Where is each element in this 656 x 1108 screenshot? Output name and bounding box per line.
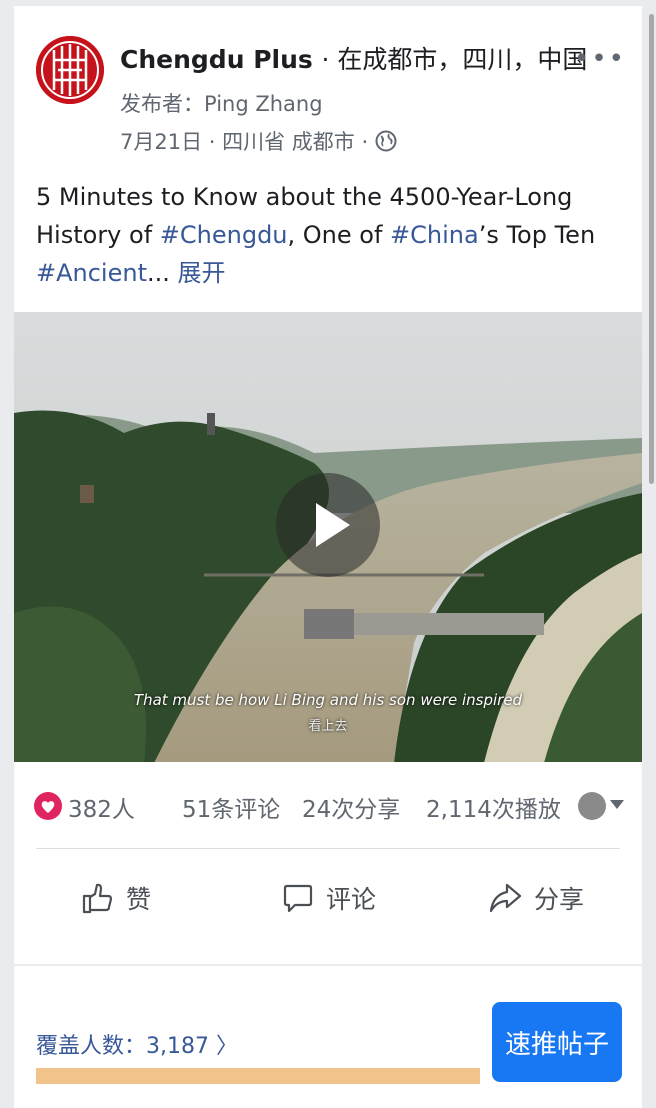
- more-options-icon[interactable]: •••: [574, 44, 626, 74]
- check-in-location[interactable]: · 在成都市，四川，中国: [321, 45, 587, 74]
- post-text-part-4: ...: [147, 259, 178, 287]
- hashtag-chengdu[interactable]: #Chengdu: [160, 221, 288, 249]
- video-subtitle-zh: 看上去: [308, 719, 348, 734]
- video-subtitle: That must be how Li Bing and his son wer…: [133, 691, 523, 709]
- globe-icon: [375, 130, 397, 152]
- expand-link[interactable]: 展开: [178, 259, 226, 287]
- chengdu-plus-logo-icon: [36, 36, 104, 104]
- love-reaction-icon[interactable]: [34, 792, 62, 820]
- page-name-text[interactable]: Chengdu Plus: [120, 45, 313, 74]
- comment-button[interactable]: 评论: [282, 876, 376, 920]
- post-text-part-2: , One of: [287, 221, 391, 249]
- views-count[interactable]: 2,114次播放: [426, 790, 561, 824]
- video-player[interactable]: That must be how Li Bing and his son wer…: [14, 312, 642, 762]
- post-text: 5 Minutes to Know about the 4500-Year-Lo…: [36, 178, 616, 292]
- post-header: Chengdu Plus · 在成都市，四川，中国 发布者：Ping Zhang…: [36, 36, 626, 166]
- thumbs-up-icon: [82, 883, 113, 914]
- play-button[interactable]: [276, 473, 380, 577]
- hashtag-ancient[interactable]: #Ancient: [36, 259, 147, 287]
- boost-post-button[interactable]: 速推帖子: [492, 1002, 622, 1082]
- share-button[interactable]: 分享: [488, 876, 584, 920]
- likes-count[interactable]: 382人: [68, 790, 135, 824]
- like-button[interactable]: 赞: [80, 876, 151, 920]
- comment-icon: [283, 884, 313, 913]
- post-meta: 7月21日 · 四川省 成都市 ·: [120, 126, 397, 156]
- comment-label: 评论: [326, 885, 377, 914]
- post-text-part-3: ’s Top Ten: [478, 221, 596, 249]
- heart-icon: [41, 801, 55, 813]
- chevron-down-icon[interactable]: [610, 800, 624, 809]
- comments-count[interactable]: 51条评论: [182, 790, 280, 824]
- engagement-stats: 382人 51条评论 24次分享 2,114次播放: [34, 786, 624, 826]
- viewer-avatar[interactable]: [578, 792, 606, 820]
- reach-link[interactable]: 覆盖人数：3,187 〉: [36, 1028, 238, 1060]
- post-date-location[interactable]: 7月21日 · 四川省 成都市 ·: [120, 130, 368, 154]
- reach-progress-bar: [36, 1068, 480, 1084]
- like-label: 赞: [126, 885, 152, 914]
- post-card: Chengdu Plus · 在成都市，四川，中国 发布者：Ping Zhang…: [14, 6, 642, 1108]
- share-label: 分享: [534, 885, 585, 914]
- play-icon: [316, 503, 350, 547]
- action-bar: 赞 评论 分享: [14, 858, 642, 938]
- share-arrow-icon: [489, 883, 522, 913]
- shares-count[interactable]: 24次分享: [302, 790, 400, 824]
- section-separator: [14, 964, 642, 966]
- divider: [36, 848, 620, 849]
- scrollbar[interactable]: [649, 14, 654, 484]
- page-name[interactable]: Chengdu Plus · 在成都市，四川，中国: [120, 40, 587, 76]
- page-avatar[interactable]: [36, 36, 104, 104]
- publisher-label: 发布者：Ping Zhang: [120, 92, 323, 116]
- hashtag-china[interactable]: #China: [390, 221, 479, 249]
